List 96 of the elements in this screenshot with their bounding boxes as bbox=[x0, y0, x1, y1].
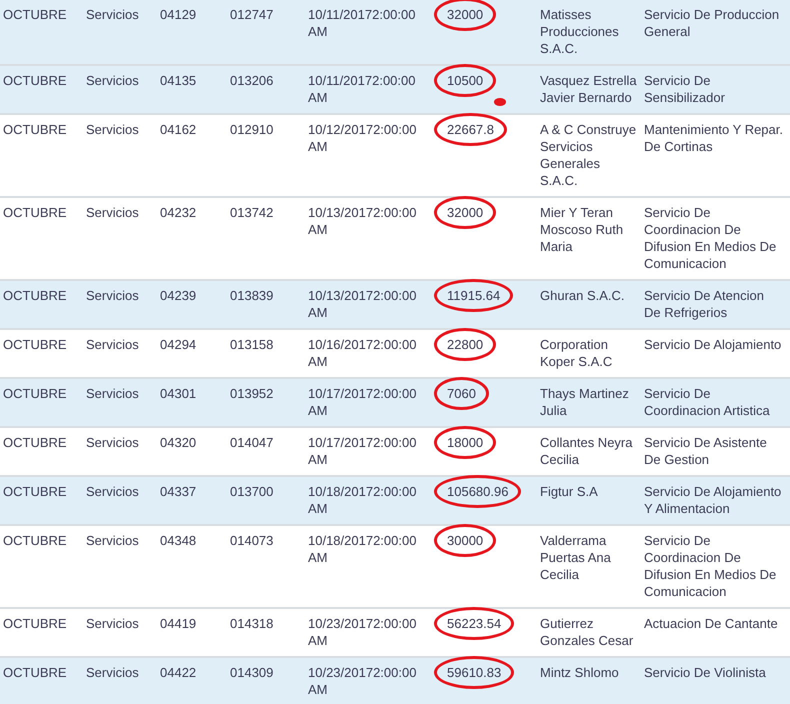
description-cell: Mantenimiento Y Repar. De Cortinas bbox=[644, 122, 783, 154]
code-cell: 04294 bbox=[160, 337, 196, 352]
type-cell: Servicios bbox=[86, 7, 139, 22]
amount-cell: 22667.8 bbox=[434, 113, 507, 146]
type-cell: Servicios bbox=[86, 73, 139, 88]
month-cell: OCTUBRE bbox=[3, 337, 67, 352]
month-cell: OCTUBRE bbox=[3, 484, 67, 499]
amount-cell: 59610.83 bbox=[434, 656, 514, 689]
month-cell: OCTUBRE bbox=[3, 386, 67, 401]
date-cell: 10/11/20172:00:00 AM bbox=[308, 7, 416, 39]
amount-cell: 7060 bbox=[434, 377, 489, 410]
description-cell: Servicio De Coordinacion Artistica bbox=[644, 386, 770, 418]
date-cell: 10/17/20172:00:00 AM bbox=[308, 435, 416, 467]
number-cell: 013742 bbox=[230, 205, 274, 220]
date-cell: 10/12/20172:00:00 AM bbox=[308, 122, 416, 154]
number-cell: 013206 bbox=[230, 73, 274, 88]
number-cell: 012910 bbox=[230, 122, 274, 137]
date-cell: 10/23/20172:00:00 AM bbox=[308, 616, 416, 648]
type-cell: Servicios bbox=[86, 205, 139, 220]
number-cell: 014309 bbox=[230, 665, 274, 680]
month-cell: OCTUBRE bbox=[3, 73, 67, 88]
supplier-cell: Ghuran S.A.C. bbox=[540, 288, 625, 303]
amount-cell: 22800 bbox=[434, 328, 496, 361]
description-cell: Servicio De Asistente De Gestion bbox=[644, 435, 767, 467]
number-cell: 014047 bbox=[230, 435, 274, 450]
date-cell: 10/17/20172:00:00 AM bbox=[308, 386, 416, 418]
code-cell: 04162 bbox=[160, 122, 196, 137]
code-cell: 04239 bbox=[160, 288, 196, 303]
date-cell: 10/13/20172:00:00 AM bbox=[308, 205, 416, 237]
type-cell: Servicios bbox=[86, 122, 139, 137]
supplier-cell: Gutierrez Gonzales Cesar bbox=[540, 616, 634, 648]
type-cell: Servicios bbox=[86, 616, 139, 631]
description-cell: Actuacion De Cantante bbox=[644, 616, 778, 631]
date-cell: 10/16/20172:00:00 AM bbox=[308, 337, 416, 369]
code-cell: 04348 bbox=[160, 533, 196, 548]
code-cell: 04135 bbox=[160, 73, 196, 88]
type-cell: Servicios bbox=[86, 386, 139, 401]
supplier-cell: Figtur S.A bbox=[540, 484, 598, 499]
supplier-cell: Mintz Shlomo bbox=[540, 665, 619, 680]
number-cell: 013839 bbox=[230, 288, 274, 303]
amount-cell: 18000 bbox=[434, 426, 496, 459]
supplier-cell: Valderrama Puertas Ana Cecilia bbox=[540, 533, 611, 582]
supplier-cell: Mier Y Teran Moscoso Ruth Maria bbox=[540, 205, 624, 254]
month-cell: OCTUBRE bbox=[3, 665, 67, 680]
type-cell: Servicios bbox=[86, 484, 139, 499]
type-cell: Servicios bbox=[86, 435, 139, 450]
description-cell: Servicio De Violinista bbox=[644, 665, 766, 680]
type-cell: Servicios bbox=[86, 665, 139, 680]
month-cell: OCTUBRE bbox=[3, 122, 67, 137]
code-cell: 04301 bbox=[160, 386, 196, 401]
month-cell: OCTUBRE bbox=[3, 288, 67, 303]
number-cell: 014318 bbox=[230, 616, 274, 631]
description-cell: Servicio De Atencion De Refrigerios bbox=[644, 288, 764, 320]
month-cell: OCTUBRE bbox=[3, 533, 67, 548]
type-cell: Servicios bbox=[86, 288, 139, 303]
date-cell: 10/13/20172:00:00 AM bbox=[308, 288, 416, 320]
number-cell: 012747 bbox=[230, 7, 274, 22]
supplier-cell: Corporation Koper S.A.C bbox=[540, 337, 612, 369]
number-cell: 013700 bbox=[230, 484, 274, 499]
description-cell: Servicio De Sensibilizador bbox=[644, 73, 725, 105]
amount-cell: 32000 bbox=[434, 196, 496, 229]
month-cell: OCTUBRE bbox=[3, 205, 67, 220]
code-cell: 04320 bbox=[160, 435, 196, 450]
description-cell: Servicio De Alojamiento Y Alimentacion bbox=[644, 484, 782, 516]
number-cell: 013158 bbox=[230, 337, 274, 352]
amount-cell: 105680.96 bbox=[434, 475, 522, 508]
number-cell: 013952 bbox=[230, 386, 274, 401]
amount-cell: 32000 bbox=[434, 0, 496, 31]
type-cell: Servicios bbox=[86, 337, 139, 352]
month-cell: OCTUBRE bbox=[3, 435, 67, 450]
code-cell: 04129 bbox=[160, 7, 196, 22]
supplier-cell: Collantes Neyra Cecilia bbox=[540, 435, 632, 467]
supplier-cell: Vasquez Estrella Javier Bernardo bbox=[540, 73, 637, 105]
supplier-cell: A & C Construye Servicios Generales S.A.C. bbox=[540, 122, 636, 188]
amount-cell: 10500 bbox=[434, 64, 496, 97]
date-cell: 10/18/20172:00:00 AM bbox=[308, 533, 416, 565]
month-cell: OCTUBRE bbox=[3, 616, 67, 631]
code-cell: 04419 bbox=[160, 616, 196, 631]
code-cell: 04337 bbox=[160, 484, 196, 499]
description-cell: Servicio De Produccion General bbox=[644, 7, 780, 39]
date-cell: 10/18/20172:00:00 AM bbox=[308, 484, 416, 516]
supplier-cell: Thays Martinez Julia bbox=[540, 386, 629, 418]
code-cell: 04422 bbox=[160, 665, 196, 680]
month-cell: OCTUBRE bbox=[3, 7, 67, 22]
description-cell: Servicio De Coordinacion De Difusion En Medios De Comunicacion bbox=[644, 205, 776, 271]
code-cell: 04232 bbox=[160, 205, 196, 220]
description-cell: Servicio De Alojamiento bbox=[644, 337, 782, 352]
number-cell: 014073 bbox=[230, 533, 274, 548]
type-cell: Servicios bbox=[86, 533, 139, 548]
supplier-cell: Matisses Producciones S.A.C. bbox=[540, 7, 619, 56]
amount-cell: 56223.54 bbox=[434, 607, 514, 640]
description-cell: Servicio De Coordinacion De Difusion En Medios De Comunicacion bbox=[644, 533, 776, 599]
amount-cell: 30000 bbox=[434, 524, 496, 557]
date-cell: 10/23/20172:00:00 AM bbox=[308, 665, 416, 697]
date-cell: 10/11/20172:00:00 AM bbox=[308, 73, 416, 105]
amount-cell: 11915.64 bbox=[434, 279, 514, 312]
